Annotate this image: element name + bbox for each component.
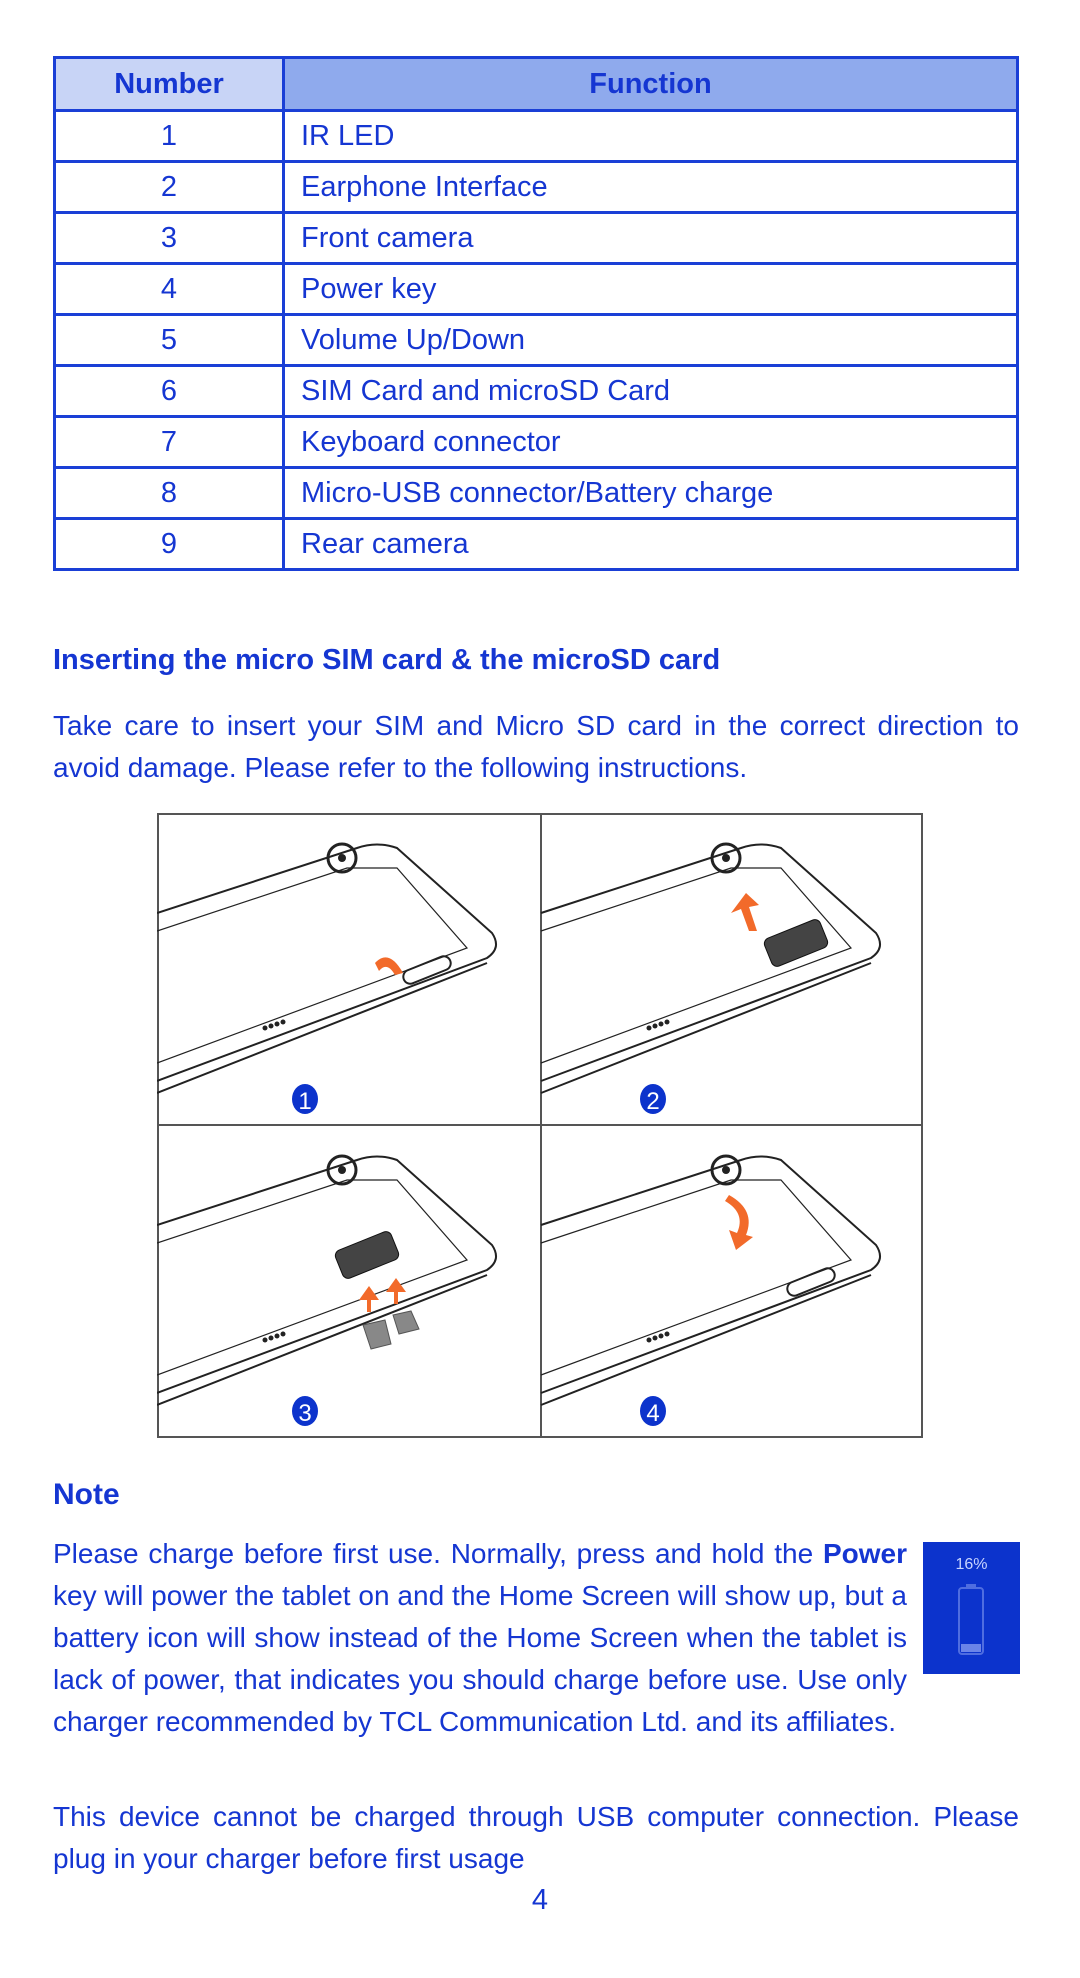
- header-function: Function: [282, 56, 1019, 112]
- step-panel-1: 1: [157, 842, 497, 1115]
- row-function: Power key: [282, 262, 1019, 316]
- section-body: Take care to insert your SIM and Micro S…: [53, 710, 1019, 783]
- row-number: 3: [53, 211, 285, 265]
- note-text-b: key will power the tablet on and the Hom…: [53, 1580, 907, 1737]
- sim-card-icon: [362, 1319, 392, 1350]
- note-title: Note: [53, 1478, 120, 1511]
- row-number: 6: [53, 364, 285, 418]
- row-number: 5: [53, 313, 285, 367]
- row-number: 2: [53, 160, 285, 214]
- step-panel-4: 4: [540, 1154, 881, 1427]
- page-number: 4: [531, 1884, 549, 1916]
- table-row: 7 Keyboard connector: [53, 415, 1019, 469]
- curved-arrow-icon: [725, 1195, 753, 1250]
- row-function: IR LED: [282, 109, 1019, 163]
- up-arrow-icon: [731, 893, 759, 931]
- note-text-a: Please charge before first use. Normally…: [53, 1538, 823, 1569]
- usb-charging-note: This device cannot be charged through US…: [53, 1801, 1019, 1874]
- row-function: Rear camera: [282, 517, 1019, 571]
- row-function: Keyboard connector: [282, 415, 1019, 469]
- row-function: SIM Card and microSD Card: [282, 364, 1019, 418]
- note-paragraph: Please charge before first use. Normally…: [53, 1533, 1019, 1743]
- battery-icon: [958, 1584, 984, 1655]
- step-number: 1: [298, 1088, 311, 1115]
- step-number: 2: [646, 1088, 659, 1115]
- row-function: Volume Up/Down: [282, 313, 1019, 367]
- step-number: 3: [298, 1400, 311, 1427]
- up-arrow-icon: [359, 1286, 379, 1312]
- table-row: 8 Micro-USB connector/Battery charge: [53, 466, 1019, 520]
- table-row: 2 Earphone Interface: [53, 160, 1019, 214]
- table-row: 5 Volume Up/Down: [53, 313, 1019, 367]
- table-row: 1 IR LED: [53, 109, 1019, 163]
- row-function: Earphone Interface: [282, 160, 1019, 214]
- curved-arrow-icon: [375, 957, 403, 975]
- sd-card-icon: [392, 1310, 420, 1335]
- row-number: 7: [53, 415, 285, 469]
- row-function: Front camera: [282, 211, 1019, 265]
- row-number: 4: [53, 262, 285, 316]
- step-number: 4: [646, 1400, 659, 1427]
- up-arrow-icon: [386, 1278, 406, 1304]
- step-panel-2: 2: [540, 842, 881, 1115]
- sim-insertion-illustration: 1 2 3 4: [157, 813, 923, 1438]
- row-function: Micro-USB connector/Battery charge: [282, 466, 1019, 520]
- header-number: Number: [53, 56, 285, 112]
- card-tray: [334, 1231, 400, 1279]
- table-row: 3 Front camera: [53, 211, 1019, 265]
- function-table: Number Function 1 IR LED 2 Earphone Interfa…: [53, 56, 1019, 571]
- row-number: 8: [53, 466, 285, 520]
- table-row: 9 Rear camera: [53, 517, 1019, 571]
- note-power-bold: Power: [822, 1538, 907, 1569]
- row-number: 1: [53, 109, 285, 163]
- battery-screen-image: 16%: [923, 1542, 1020, 1674]
- card-tray: [763, 919, 829, 967]
- step-panel-3: 3: [157, 1154, 497, 1427]
- section-title: Inserting the micro SIM card & the micro…: [53, 644, 721, 676]
- table-row: 4 Power key: [53, 262, 1019, 316]
- table-row: 6 SIM Card and microSD Card: [53, 364, 1019, 418]
- row-number: 9: [53, 517, 285, 571]
